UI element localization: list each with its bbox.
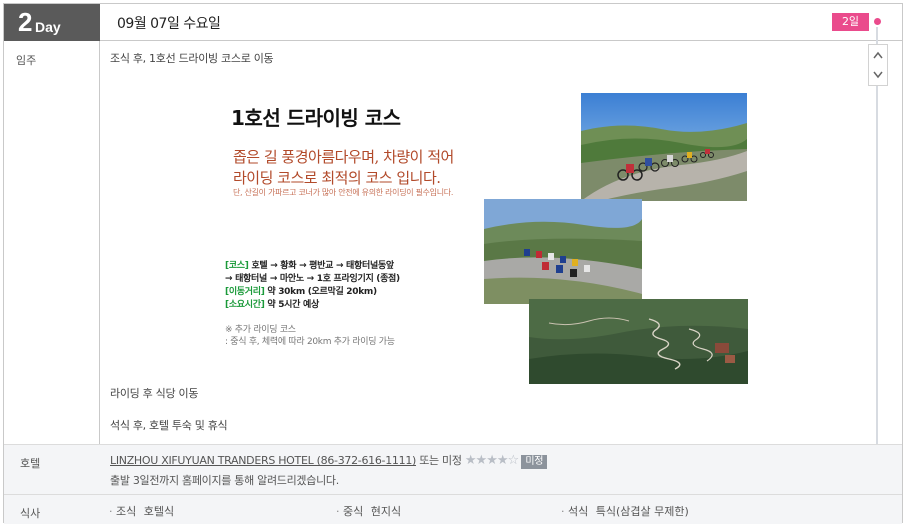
- course-note: 단, 산길이 가파르고 코너가 많아 안전에 유의한 라이딩이 필수입니다.: [233, 188, 454, 197]
- meal-type: 중식: [343, 505, 364, 518]
- day-header: 2 Day 09월 07일 수요일 2일: [4, 4, 902, 41]
- course-subtitle-2: 라이딩 코스로 최적의 코스 입니다.: [233, 169, 441, 187]
- photo-peloton-road: [484, 199, 642, 304]
- location-label-column: 임주: [4, 41, 100, 444]
- day-badge[interactable]: 2일: [832, 13, 869, 31]
- photo-switchback-valley: [529, 299, 748, 384]
- course-subtitle-1: 좁은 길 풍경아름다우며, 차량이 적어: [233, 148, 454, 166]
- chevron-down-icon: [873, 71, 883, 79]
- hotel-suffix: 또는 미정: [419, 454, 462, 467]
- hotel-row: 호텔 LINZHOU XIFUYUAN TRANDERS HOTEL (86-3…: [4, 444, 902, 495]
- photo-cyclists-mountain-road: [581, 93, 747, 201]
- course-title: 1호선 드라이빙 코스: [231, 106, 401, 130]
- meal-label: 식사: [20, 507, 41, 520]
- course-route-line-2: → 태항터널 → 마안노 → 1호 프라잉기지 (종점): [225, 274, 400, 284]
- time-tag: [소요시간]: [225, 300, 265, 310]
- hotel-star-rating: ★★★★☆: [464, 453, 519, 468]
- meal-type: 조식: [116, 505, 137, 518]
- hotel-info: LINZHOU XIFUYUAN TRANDERS HOTEL (86-372-…: [110, 452, 548, 469]
- schedule-line-1: 조식 후, 1호선 드라이빙 코스로 이동: [110, 52, 274, 65]
- chevron-up-icon: [873, 51, 883, 59]
- location-label: 임주: [16, 54, 37, 67]
- day-word: Day: [35, 19, 61, 35]
- distance-text: 약 30km (오르막길 20km): [267, 287, 377, 297]
- course-distance-line: [이동거리] 약 30km (오르막길 20km): [225, 284, 377, 297]
- course-route-line-1: [코스] 호텔 → 황화 → 평반교 → 태항터널동앞: [225, 258, 394, 271]
- schedule-line-3: 석식 후, 호텔 투숙 및 휴식: [110, 419, 228, 432]
- extra-course-text: : 중식 후, 체력에 따라 20km 추가 라이딩 가능: [225, 337, 395, 347]
- meal-value: 특식(삼겹살 무제한): [595, 505, 689, 518]
- day-date: 09월 07일 수요일: [117, 16, 221, 32]
- timeline-dot: [874, 18, 881, 25]
- scroll-up-button[interactable]: [869, 45, 887, 65]
- course-time-line: [소요시간] 약 5시간 예상: [225, 297, 319, 310]
- meal-dinner: · 석식 특식(삼겹살 무제한): [561, 503, 689, 519]
- hotel-status-badge: 미정: [521, 455, 548, 469]
- hotel-notice: 출발 3일전까지 홈페이지를 통해 알려드리겠습니다.: [110, 474, 339, 487]
- meal-bullet: ·: [109, 505, 113, 518]
- scroll-down-button[interactable]: [869, 65, 887, 85]
- scroll-control: [868, 44, 888, 86]
- itinerary-day-panel: 2 Day 09월 07일 수요일 2일 임주 조식 후, 1호선 드라이빙 코…: [3, 3, 903, 524]
- course-image: 1호선 드라이빙 코스 좁은 길 풍경아름다우며, 차량이 적어 라이딩 코스로…: [222, 88, 750, 384]
- meal-type: 석식: [568, 505, 589, 518]
- schedule-line-2: 라이딩 후 식당 이동: [110, 387, 199, 400]
- day-number: 2: [18, 7, 33, 37]
- meal-lunch: · 중식 현지식: [336, 503, 401, 519]
- meal-value: 호텔식: [143, 505, 175, 518]
- hotel-name-link[interactable]: LINZHOU XIFUYUAN TRANDERS HOTEL (86-372-…: [110, 454, 416, 467]
- time-text: 약 5시간 예상: [267, 300, 319, 310]
- meal-breakfast: · 조식 호텔식: [109, 503, 174, 519]
- hotel-label: 호텔: [20, 457, 41, 470]
- meal-value: 현지식: [370, 505, 402, 518]
- course-route-text-1: 호텔 → 황화 → 평반교 → 태항터널동앞: [251, 261, 394, 271]
- distance-tag: [이동거리]: [225, 287, 265, 297]
- meal-bullet: ·: [336, 505, 340, 518]
- day-box: 2 Day: [4, 4, 100, 41]
- meal-bullet: ·: [561, 505, 565, 518]
- course-tag: [코스]: [225, 261, 249, 271]
- meal-row: 식사 · 조식 호텔식 · 중식 현지식 · 석식 특식(삼겹살 무제한): [4, 495, 902, 524]
